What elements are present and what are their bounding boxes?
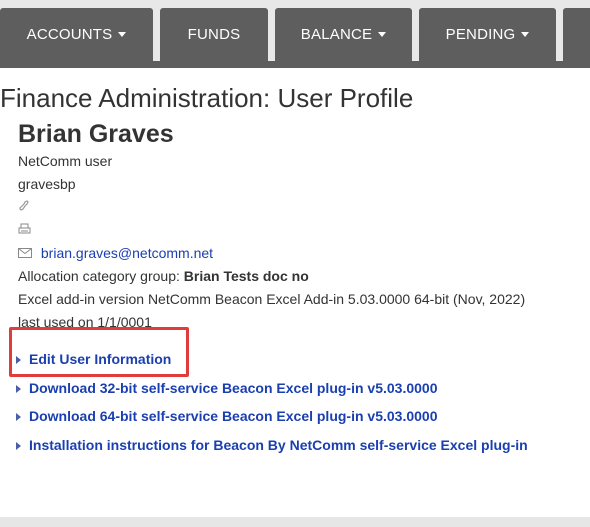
caret-down-icon <box>521 32 530 37</box>
caret-down-icon <box>118 32 127 37</box>
triangle-right-icon <box>16 441 21 450</box>
edit-user-information-link[interactable]: Edit User Information <box>16 345 586 374</box>
nav-tab-overflow[interactable] <box>563 8 590 61</box>
download-32bit-link[interactable]: Download 32-bit self-service Beacon Exce… <box>16 374 586 403</box>
phone-icon <box>18 197 30 220</box>
fax-row <box>18 219 588 242</box>
top-navbar: ACCOUNTS FUNDS BALANCE PENDING <box>0 0 590 68</box>
envelope-icon <box>18 243 32 266</box>
excel-addin-version: Excel add-in version NetComm Beacon Exce… <box>18 291 526 307</box>
caret-down-icon <box>378 32 387 37</box>
action-label: Download 32-bit self-service Beacon Exce… <box>29 379 438 396</box>
triangle-right-icon <box>16 384 21 393</box>
user-username: gravesbp <box>18 176 76 192</box>
email-row: brian.graves@netcomm.net <box>18 242 588 265</box>
nav-underline <box>0 61 590 68</box>
nav-tab-accounts-label: ACCOUNTS <box>26 26 113 43</box>
triangle-right-icon <box>16 413 21 422</box>
page-title: Finance Administration: User Profile <box>0 83 414 113</box>
action-label: Edit User Information <box>29 351 172 368</box>
nav-tab-balance-label: BALANCE <box>300 26 373 43</box>
action-label: Installation instructions for Beacon By … <box>29 436 528 453</box>
allocation-label: Allocation category group: <box>18 268 180 284</box>
download-64bit-link[interactable]: Download 64-bit self-service Beacon Exce… <box>16 402 586 431</box>
nav-tab-balance[interactable]: BALANCE <box>275 8 412 61</box>
phone-row <box>18 196 588 219</box>
footer-bar <box>0 517 590 527</box>
nav-tab-funds-label: FUNDS <box>187 26 241 43</box>
email-link[interactable]: brian.graves@netcomm.net <box>41 245 213 261</box>
nav-tab-funds[interactable]: FUNDS <box>160 8 268 61</box>
nav-tab-pending-label: PENDING <box>445 26 516 43</box>
nav-tab-accounts[interactable]: ACCOUNTS <box>0 8 153 61</box>
user-profile: Brian Graves NetComm user gravesbp brian… <box>18 118 588 334</box>
installation-instructions-link[interactable]: Installation instructions for Beacon By … <box>16 431 586 460</box>
user-role: NetComm user <box>18 153 113 169</box>
action-label: Download 64-bit self-service Beacon Exce… <box>29 408 438 425</box>
nav-tab-pending[interactable]: PENDING <box>419 8 556 61</box>
action-links: Edit User Information Download 32-bit se… <box>16 345 586 459</box>
triangle-right-icon <box>16 356 21 365</box>
user-name: Brian Graves <box>18 120 174 148</box>
allocation-value: Brian Tests doc no <box>183 268 309 284</box>
allocation-row: Allocation category group: Brian Tests d… <box>18 265 588 288</box>
fax-icon <box>18 220 31 243</box>
